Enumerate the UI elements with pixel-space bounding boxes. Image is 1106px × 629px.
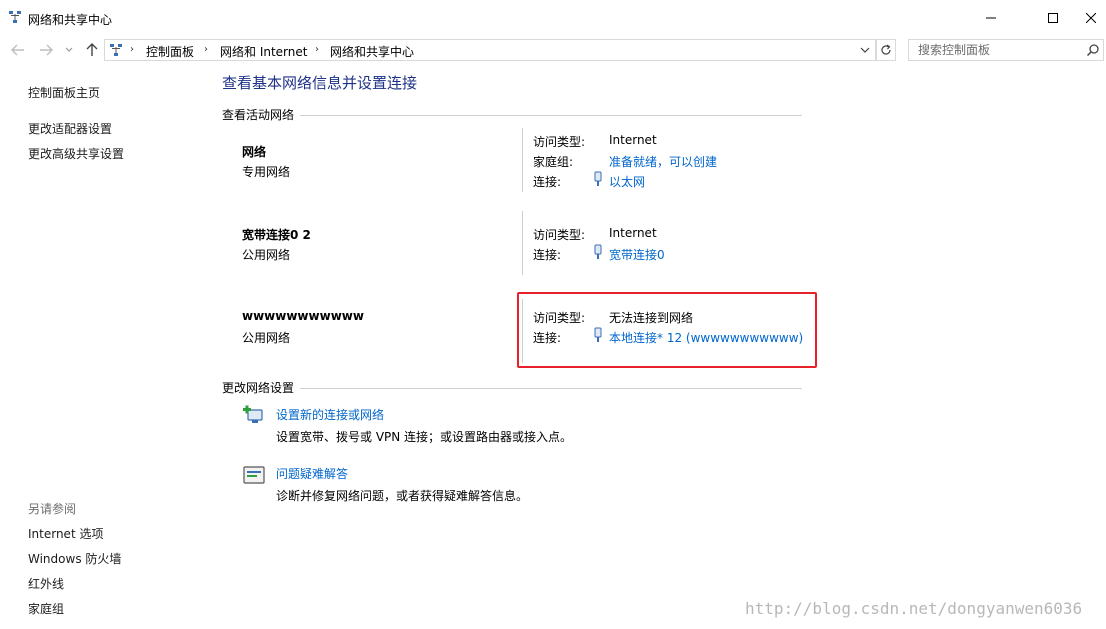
search-icon[interactable] (1086, 43, 1100, 57)
setup-new-connection-desc: 设置宽带、拨号或 VPN 连接；或设置路由器或接入点。 (276, 430, 573, 444)
refresh-button[interactable] (876, 39, 896, 61)
nav-change-advanced-sharing[interactable]: 更改高级共享设置 (28, 145, 124, 162)
troubleshoot-link[interactable]: 问题疑难解答 (276, 465, 348, 482)
close-button[interactable] (1076, 0, 1106, 36)
see-also-heading: 另请参阅 (28, 502, 77, 516)
breadcrumb-control-panel[interactable]: 控制面板 (146, 43, 194, 60)
breadcrumb-network-internet[interactable]: 网络和 Internet (220, 43, 307, 60)
see-also-infrared[interactable]: 红外线 (28, 575, 64, 592)
search-box[interactable] (908, 39, 1104, 61)
connection-link[interactable]: 以太网 (609, 173, 645, 190)
network-category: 专用网络 (242, 165, 291, 179)
page-title: 查看基本网络信息并设置连接 (222, 74, 418, 92)
access-type-label: 访问类型: (533, 135, 586, 149)
section-divider (300, 388, 802, 389)
arrow-left-icon (11, 44, 24, 56)
connection-label: 连接: (533, 175, 562, 189)
breadcrumb-network-sharing-center[interactable]: 网络和共享中心 (330, 43, 414, 60)
ethernet-icon (594, 244, 602, 259)
access-type-value: Internet (609, 226, 657, 240)
network-sharing-center-window: 网络和共享中心 › 控制面板 › 网络和 Internet › 网络和共享中心 … (0, 0, 1106, 629)
network-center-icon (9, 11, 21, 23)
new-connection-icon (243, 405, 263, 423)
forward-button[interactable] (37, 41, 55, 59)
change-settings-heading: 更改网络设置 (222, 381, 295, 395)
maximize-button[interactable] (1030, 0, 1076, 36)
window-title: 网络和共享中心 (28, 13, 113, 27)
arrow-right-icon (40, 44, 53, 56)
watermark: http://blog.csdn.net/dongyanwen6036 (745, 599, 1083, 618)
network-category: 公用网络 (242, 248, 291, 262)
up-button[interactable] (83, 41, 101, 59)
control-panel-icon (110, 44, 122, 56)
chevron-down-icon (65, 47, 73, 52)
address-bar[interactable]: › 控制面板 › 网络和 Internet › 网络和共享中心 (104, 39, 876, 61)
homegroup-label: 家庭组: (533, 155, 574, 169)
network-divider (522, 128, 523, 192)
minimize-button[interactable] (968, 0, 1014, 36)
arrow-up-icon (86, 43, 98, 56)
see-also-windows-firewall[interactable]: Windows 防火墙 (28, 550, 121, 567)
troubleshoot-desc: 诊断并修复网络问题，或者获得疑难解答信息。 (276, 489, 529, 503)
maximize-icon (1048, 13, 1058, 23)
access-type-value: Internet (609, 133, 657, 147)
chevron-down-icon (860, 47, 870, 53)
nav-change-adapter-settings[interactable]: 更改适配器设置 (28, 120, 112, 137)
setup-new-connection-link[interactable]: 设置新的连接或网络 (276, 406, 384, 423)
nav-control-panel-home[interactable]: 控制面板主页 (28, 84, 100, 101)
network-name: 宽带连接0 2 (242, 228, 311, 242)
see-also-homegroup[interactable]: 家庭组 (28, 600, 64, 617)
highlight-annotation (517, 292, 817, 368)
section-divider (300, 115, 802, 116)
breadcrumb-separator: › (204, 44, 208, 55)
breadcrumb-separator: › (130, 44, 134, 55)
access-type-label: 访问类型: (533, 228, 586, 242)
ethernet-icon (594, 171, 602, 186)
connection-link[interactable]: 宽带连接0 (609, 246, 665, 263)
navigation-bar: › 控制面板 › 网络和 Internet › 网络和共享中心 (0, 37, 1106, 63)
troubleshoot-icon (243, 466, 265, 484)
minimize-icon (986, 17, 996, 19)
homegroup-link[interactable]: 准备就绪，可以创建 (609, 153, 717, 170)
network-divider (522, 211, 523, 275)
see-also-internet-options[interactable]: Internet 选项 (28, 525, 103, 542)
active-networks-heading: 查看活动网络 (222, 108, 295, 122)
close-icon (1086, 13, 1096, 23)
network-name: wwwwwwwwwww (242, 309, 364, 323)
refresh-icon (881, 44, 891, 55)
search-input[interactable] (909, 40, 1083, 60)
connection-label: 连接: (533, 248, 562, 262)
main-content: 查看基本网络信息并设置连接 查看活动网络 网络 专用网络 访问类型: Inter… (222, 63, 822, 629)
network-category: 公用网络 (242, 331, 291, 345)
recent-locations-button[interactable] (63, 41, 75, 59)
breadcrumb-separator: › (315, 44, 319, 55)
back-button[interactable] (9, 41, 27, 59)
address-dropdown-button[interactable] (857, 42, 873, 58)
left-nav-pane: 控制面板主页 更改适配器设置 更改高级共享设置 另请参阅 Internet 选项… (0, 63, 200, 629)
network-name: 网络 (242, 145, 267, 159)
title-bar: 网络和共享中心 (0, 0, 1106, 36)
